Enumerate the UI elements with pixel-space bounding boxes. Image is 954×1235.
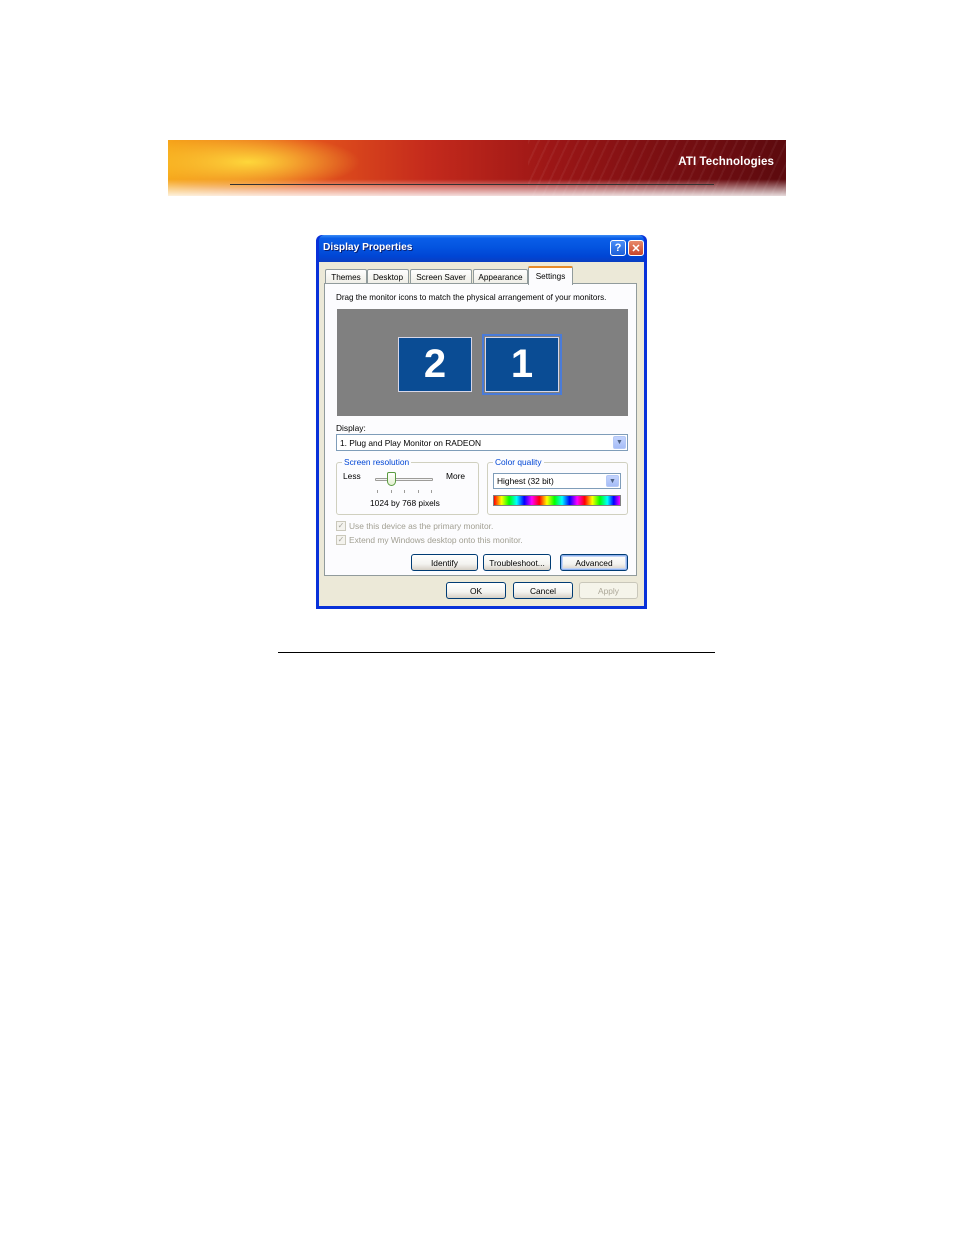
primary-monitor-label: Use this device as the primary monitor. [349, 521, 494, 531]
color-quality-group: Color quality Highest (32 bit) ▼ [487, 457, 628, 515]
settings-panel: Drag the monitor icons to match the phys… [324, 283, 637, 576]
dialog-client-area: Themes Desktop Screen Saver Appearance S… [319, 262, 644, 606]
tab-settings[interactable]: Settings [528, 266, 573, 285]
extend-desktop-checkbox[interactable]: ✓ [336, 535, 346, 545]
resolution-value: 1024 by 768 pixels [370, 498, 440, 508]
instruction-text: Drag the monitor icons to match the phys… [336, 293, 607, 302]
footer-divider [278, 652, 715, 653]
display-select[interactable]: 1. Plug and Play Monitor on RADEON ▼ [336, 434, 628, 451]
resolution-slider-track[interactable] [375, 478, 433, 481]
slider-tick [418, 490, 419, 493]
brand-logo-text: ATI Technologies [678, 156, 774, 168]
advanced-button[interactable]: Advanced [560, 554, 628, 571]
page-header-banner: ATI Technologies [168, 140, 786, 196]
resolution-slider-thumb[interactable] [387, 472, 396, 486]
display-properties-dialog: Display Properties ? ✕ Themes Desktop Sc… [316, 235, 647, 609]
cancel-button[interactable]: Cancel [513, 582, 573, 599]
color-quality-legend: Color quality [493, 457, 544, 467]
slider-tick [404, 490, 405, 493]
primary-monitor-checkbox[interactable]: ✓ [336, 521, 346, 531]
ok-button[interactable]: OK [446, 582, 506, 599]
window-title: Display Properties [323, 242, 413, 253]
color-quality-value: Highest (32 bit) [497, 476, 554, 486]
slider-tick [431, 490, 432, 493]
help-button[interactable]: ? [610, 240, 626, 256]
monitor-1-icon[interactable]: 1 [482, 334, 562, 395]
monitor-arrangement-area: 2 1 [337, 309, 628, 416]
chevron-down-icon[interactable]: ▼ [606, 475, 619, 487]
less-label: Less [343, 471, 361, 481]
troubleshoot-button[interactable]: Troubleshoot... [483, 554, 551, 571]
more-label: More [446, 471, 466, 481]
help-icon: ? [614, 242, 622, 254]
color-spectrum-preview [493, 495, 621, 506]
chevron-down-icon[interactable]: ▼ [613, 436, 626, 449]
slider-tick [391, 490, 392, 493]
color-quality-select[interactable]: Highest (32 bit) ▼ [493, 473, 621, 489]
display-label: Display: [336, 423, 366, 433]
apply-button[interactable]: Apply [579, 582, 638, 599]
tab-desktop[interactable]: Desktop [367, 269, 409, 284]
header-divider [230, 184, 714, 185]
title-bar[interactable]: Display Properties ? ✕ [319, 235, 644, 262]
close-icon: ✕ [631, 242, 641, 255]
slider-tick [377, 490, 378, 493]
extend-desktop-label: Extend my Windows desktop onto this moni… [349, 535, 523, 545]
screen-resolution-group: Screen resolution Less More 1024 by 768 … [336, 457, 479, 515]
screen-resolution-legend: Screen resolution [342, 457, 412, 467]
monitor-2-icon[interactable]: 2 [398, 337, 472, 392]
tab-screen-saver[interactable]: Screen Saver [410, 269, 472, 284]
close-button[interactable]: ✕ [628, 240, 644, 256]
identify-button[interactable]: Identify [411, 554, 478, 571]
tab-themes[interactable]: Themes [325, 269, 367, 284]
tab-appearance[interactable]: Appearance [473, 269, 528, 284]
display-select-value: 1. Plug and Play Monitor on RADEON [340, 437, 482, 448]
